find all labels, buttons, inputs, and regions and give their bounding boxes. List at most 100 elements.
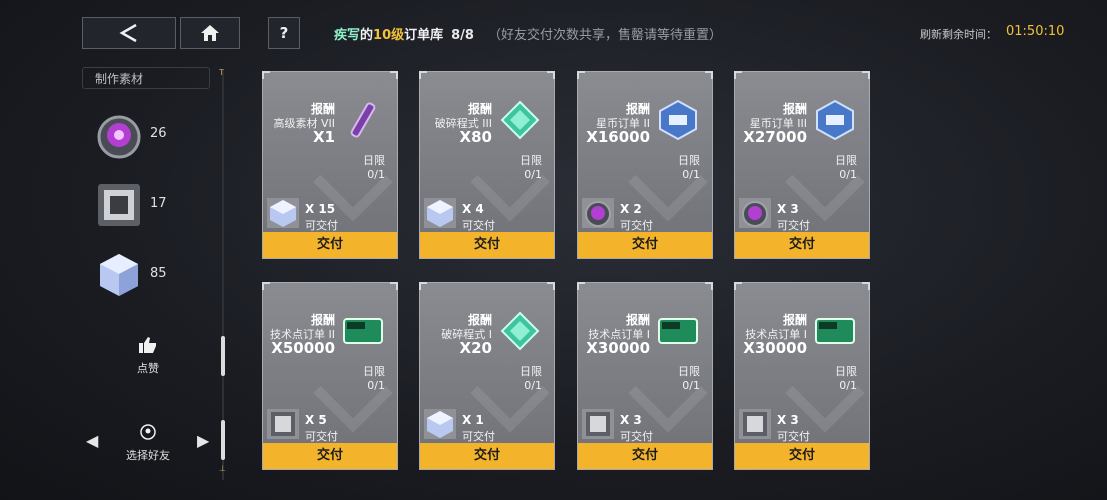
select-friend-label: 选择好友 — [126, 449, 170, 462]
tech-chip-icon — [267, 409, 299, 439]
required-quantity: X 2 — [620, 202, 642, 216]
help-button[interactable]: ? — [268, 17, 300, 49]
reward-quantity: X27000 — [743, 128, 807, 146]
deliver-button[interactable]: 交付 — [420, 232, 554, 258]
daily-limit-label: 日限 — [835, 365, 857, 378]
deliverable-label: 可交付 — [777, 219, 810, 232]
deliverable-label: 可交付 — [462, 219, 495, 232]
order-card: 报酬 破碎程式 I X20 日限 0/1 X 1 可交付 交付 — [419, 282, 555, 470]
scrollbar-thumb[interactable] — [221, 336, 225, 376]
like-button[interactable]: 点赞 — [128, 336, 168, 376]
card-corner — [390, 282, 398, 290]
materials-header: 制作素材 — [82, 67, 210, 89]
card-corner — [262, 282, 270, 290]
card-corner — [862, 71, 870, 79]
daily-limit-label: 日限 — [520, 154, 542, 167]
back-chevron-icon — [119, 23, 137, 43]
prev-friend-button[interactable]: ◀ — [86, 431, 98, 450]
order-card: 报酬 破碎程式 III X80 日限 0/1 X 4 可交付 交付 — [419, 71, 555, 259]
daily-limit-value: 0/1 — [839, 379, 857, 392]
reward-quantity: X1 — [312, 128, 335, 146]
home-button[interactable] — [180, 17, 240, 49]
purple-core-icon — [582, 198, 614, 228]
card-corner — [862, 282, 870, 290]
deliver-button[interactable]: 交付 — [420, 443, 554, 469]
title-level: 10级 — [373, 28, 405, 43]
star-coin-icon — [656, 98, 700, 142]
reward-quantity: X30000 — [743, 339, 807, 357]
crystal-cube-icon — [267, 198, 299, 228]
daily-limit-label: 日限 — [835, 154, 857, 167]
next-friend-button[interactable]: ▶ — [197, 431, 209, 450]
deliverable-label: 可交付 — [620, 430, 653, 443]
order-card: 报酬 星币订单 II X16000 日限 0/1 X 2 可交付 交付 — [577, 71, 713, 259]
reward-quantity: X20 — [459, 339, 492, 357]
material-count: 85 — [150, 266, 167, 281]
material-item[interactable]: 26 — [92, 108, 202, 162]
select-friend-button[interactable]: 选择好友 — [110, 424, 186, 463]
deliver-button[interactable]: 交付 — [578, 443, 712, 469]
card-corner — [705, 71, 713, 79]
daily-limit-value: 0/1 — [682, 379, 700, 392]
deliver-button[interactable]: 交付 — [263, 443, 397, 469]
required-quantity: X 4 — [462, 202, 484, 216]
crystal-cube-icon — [424, 409, 456, 439]
card-corner — [547, 282, 555, 290]
title-count: 8/8 — [451, 28, 474, 43]
deliver-button[interactable]: 交付 — [263, 232, 397, 258]
required-quantity: X 1 — [462, 413, 484, 427]
home-icon — [201, 25, 219, 41]
order-title: 疾写的10级订单库 8/8 （好友交付次数共享，售罄请等待重置） — [334, 24, 722, 43]
daily-limit-label: 日限 — [678, 365, 700, 378]
card-corner — [262, 71, 270, 79]
required-quantity: X 15 — [305, 202, 336, 216]
deliverable-label: 可交付 — [305, 430, 338, 443]
title-suffix: 订单库 — [404, 28, 444, 43]
title-of: 的 — [360, 28, 374, 43]
thumbs-up-icon — [139, 337, 156, 353]
card-corner — [734, 282, 742, 290]
crystal-cube-icon — [100, 254, 138, 296]
order-card: 报酬 高级素材 VII X1 日限 0/1 X 15 可交付 交付 — [262, 71, 398, 259]
card-corner — [734, 71, 742, 79]
required-quantity: X 3 — [777, 202, 799, 216]
card-corner — [577, 71, 585, 79]
reward-quantity: X16000 — [586, 128, 650, 146]
sidebar-scrollbar[interactable] — [222, 70, 224, 480]
deliver-button[interactable]: 交付 — [578, 232, 712, 258]
daily-limit-value: 0/1 — [367, 168, 385, 181]
deliver-button[interactable]: 交付 — [735, 443, 869, 469]
tech-chip-icon — [98, 184, 140, 226]
reward-quantity: X30000 — [586, 339, 650, 357]
scroll-top-mark: T — [219, 68, 224, 77]
order-card: 报酬 技术点订单 I X30000 日限 0/1 X 3 可交付 交付 — [734, 282, 870, 470]
deliverable-label: 可交付 — [620, 219, 653, 232]
back-button[interactable] — [82, 17, 176, 49]
required-quantity: X 3 — [620, 413, 642, 427]
purple-vial-icon — [341, 98, 385, 142]
crystal-cube-icon — [424, 198, 456, 228]
card-corner — [547, 71, 555, 79]
daily-limit-label: 日限 — [520, 365, 542, 378]
tech-chip-icon — [582, 409, 614, 439]
required-quantity: X 5 — [305, 413, 327, 427]
deliverable-label: 可交付 — [777, 430, 810, 443]
deliver-button[interactable]: 交付 — [735, 232, 869, 258]
reward-quantity: X50000 — [271, 339, 335, 357]
scrollbar-thumb[interactable] — [221, 420, 225, 460]
daily-limit-label: 日限 — [363, 365, 385, 378]
required-quantity: X 3 — [777, 413, 799, 427]
material-item[interactable]: 17 — [92, 178, 202, 232]
card-corner — [419, 71, 427, 79]
daily-limit-value: 0/1 — [839, 168, 857, 181]
title-character: 疾写 — [334, 28, 361, 43]
like-label: 点赞 — [137, 362, 159, 375]
order-card: 报酬 技术点订单 I X30000 日限 0/1 X 3 可交付 交付 — [577, 282, 713, 470]
daily-limit-value: 0/1 — [524, 168, 542, 181]
title-hint: （好友交付次数共享，售罄请等待重置） — [487, 28, 722, 43]
exp-ticket-icon — [813, 309, 857, 353]
material-count: 17 — [150, 196, 167, 211]
card-corner — [577, 282, 585, 290]
material-item[interactable]: 85 — [92, 248, 202, 302]
exp-ticket-icon — [341, 309, 385, 353]
